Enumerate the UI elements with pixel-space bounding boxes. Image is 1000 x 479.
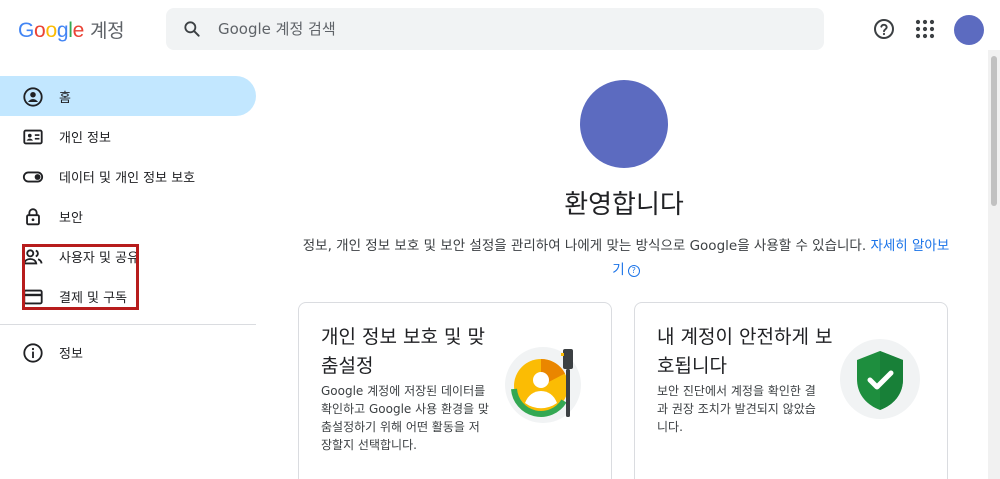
sidebar: 홈 개인 정보 데이터 및 개인 정보 보호 보안 사용자 및 공유 결제 및 … xyxy=(0,62,258,479)
card-description: 보안 진단에서 계정을 확인한 결과 권장 조치가 발견되지 않았습니다. xyxy=(657,384,816,434)
sidebar-item-data-privacy[interactable]: 데이터 및 개인 정보 보호 xyxy=(0,156,256,196)
logo-letter: g xyxy=(56,19,69,42)
scrollbar[interactable] xyxy=(988,50,1000,479)
top-bar: Google 계정 xyxy=(0,0,1000,62)
home-icon xyxy=(23,87,43,107)
sidebar-item-label: 데이터 및 개인 정보 보호 xyxy=(59,171,196,186)
sidebar-item-label: 개인 정보 xyxy=(59,131,111,146)
google-account-logo[interactable]: Google 계정 xyxy=(18,16,125,43)
security-card[interactable]: 내 계정이 안전하게 보호됩니다 보안 진단에서 계정을 확인한 결과 권장 조… xyxy=(634,302,948,479)
id-card-icon xyxy=(23,129,43,145)
welcome-heading: 환영합니다 xyxy=(564,190,684,220)
logo-letter: o xyxy=(45,19,57,42)
info-icon xyxy=(23,343,43,363)
lock-icon xyxy=(26,208,40,226)
help-circle-icon: ? xyxy=(627,265,640,277)
privacy-illustration-icon xyxy=(505,347,581,423)
description-text: 정보, 개인 정보 보호 및 보안 설정을 관리하여 나에게 맞는 방식으로 G… xyxy=(302,238,867,254)
privacy-card[interactable]: 개인 정보 보호 및 맞춤설정 Google 계정에 저장된 데이터를 확인하고… xyxy=(298,302,612,479)
shield-check-icon xyxy=(840,339,920,419)
sidebar-item-label: 보안 xyxy=(59,211,83,226)
card-title: 개인 정보 보호 및 맞춤설정 xyxy=(321,326,485,377)
profile-avatar[interactable] xyxy=(580,80,668,168)
account-avatar[interactable] xyxy=(954,15,984,45)
help-icon[interactable] xyxy=(872,17,896,41)
main-content: 환영합니다 정보, 개인 정보 보호 및 보안 설정을 관리하여 나에게 맞는 … xyxy=(258,62,988,479)
card-title: 내 계정이 안전하게 보호됩니다 xyxy=(657,326,833,377)
apps-icon[interactable] xyxy=(913,17,937,41)
logo-letter: o xyxy=(34,19,46,42)
search-icon[interactable] xyxy=(182,19,202,39)
welcome-description: 정보, 개인 정보 보호 및 보안 설정을 관리하여 나에게 맞는 방식으로 G… xyxy=(298,234,954,282)
highlight-box xyxy=(22,244,139,310)
search-bar[interactable] xyxy=(166,8,824,50)
logo-suffix: 계정 xyxy=(89,20,125,42)
sidebar-item-home[interactable]: 홈 xyxy=(0,76,256,116)
scrollbar-thumb[interactable] xyxy=(991,56,997,206)
logo-letter: e xyxy=(72,19,85,42)
sidebar-divider xyxy=(0,324,256,325)
search-input[interactable] xyxy=(218,8,798,50)
card-description: Google 계정에 저장된 데이터를 확인하고 Google 사용 환경을 맞… xyxy=(321,384,489,452)
sidebar-item-about[interactable]: 정보 xyxy=(0,332,256,372)
sidebar-item-label: 정보 xyxy=(59,347,83,362)
toggle-icon xyxy=(22,171,44,183)
sidebar-item-personal-info[interactable]: 개인 정보 xyxy=(0,116,256,156)
logo-letter: G xyxy=(18,19,35,42)
sidebar-item-security[interactable]: 보안 xyxy=(0,196,256,236)
sidebar-item-label: 홈 xyxy=(59,91,71,106)
